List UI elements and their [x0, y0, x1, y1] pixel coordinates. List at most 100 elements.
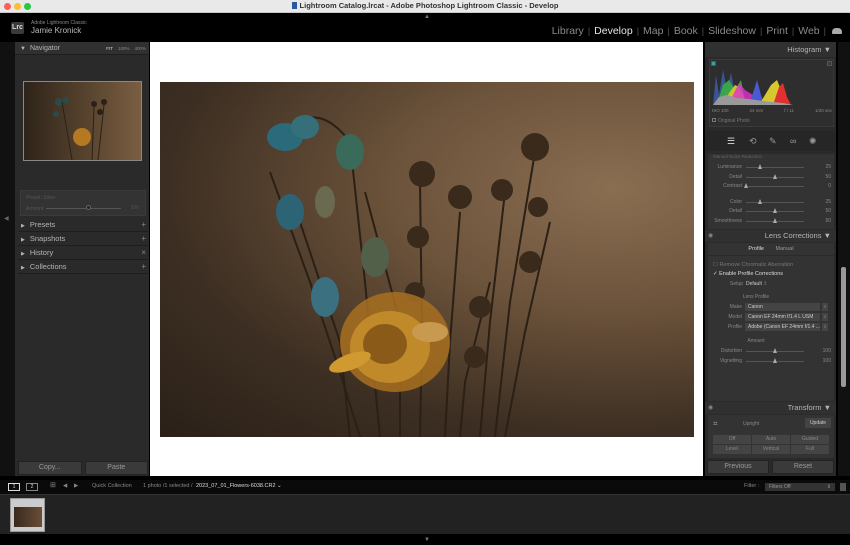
panel-visibility-eye-icon[interactable]: ◉ [708, 402, 713, 414]
filmstrip-thumbnail[interactable] [10, 498, 45, 532]
module-picker: Library | Develop | Map | Book | Slideshow | Print… [552, 25, 842, 37]
slider-value[interactable]: 50 [825, 218, 831, 224]
cloud-sync-icon[interactable] [832, 28, 842, 34]
secondary-screen-button[interactable]: 2 [26, 483, 38, 491]
slider-value[interactable]: 25 [825, 199, 831, 205]
section-collections[interactable]: ▶ Collections + [18, 260, 148, 274]
main-screen-button[interactable]: 1 [8, 483, 20, 491]
right-panel-scrollbar[interactable] [838, 42, 850, 476]
slider-value[interactable]: 100 [823, 358, 831, 364]
add-snapshot-icon[interactable]: + [141, 232, 146, 246]
upright-auto-button[interactable]: Auto [752, 435, 790, 444]
slider-knob[interactable] [758, 164, 762, 169]
slider-value[interactable]: 50 [825, 208, 831, 214]
module-develop[interactable]: Develop [594, 25, 633, 37]
preset-amount-slider[interactable] [46, 208, 121, 209]
slider-value[interactable]: 25 [825, 164, 831, 170]
edit-sliders-icon[interactable]: ☰ [727, 136, 735, 147]
transform-header[interactable]: ◉ Transform ▼ [705, 402, 836, 414]
upright-level-button[interactable]: Level [713, 445, 751, 454]
zoom-400[interactable]: 400% [134, 42, 146, 55]
navigator-preview[interactable] [23, 81, 142, 161]
update-button[interactable]: Update [805, 418, 831, 428]
module-book[interactable]: Book [674, 25, 698, 37]
section-snapshots[interactable]: ▶ Snapshots + [18, 232, 148, 246]
tab-profile[interactable]: Profile [748, 246, 764, 252]
section-history[interactable]: ▶ History × [18, 246, 148, 260]
collapse-top-panel-icon[interactable]: ▲ [424, 14, 430, 20]
add-collection-icon[interactable]: + [141, 260, 146, 274]
grid-view-icon[interactable]: ⊞ [50, 481, 56, 489]
slider-knob[interactable] [772, 173, 777, 179]
add-preset-icon[interactable]: + [141, 218, 146, 232]
make-dropdown[interactable]: Canon [745, 303, 820, 311]
dropdown-arrow-icon[interactable]: ⇕ [822, 313, 828, 321]
slider-track[interactable] [746, 186, 804, 187]
masking-icon[interactable]: ✺ [809, 136, 817, 147]
filmstrip-source[interactable]: Quick Collection [92, 483, 132, 489]
slider-knob[interactable] [772, 348, 777, 353]
histogram-header[interactable]: Histogram ▼ [705, 42, 836, 57]
crop-rotate-icon[interactable]: ⟲ [749, 136, 757, 147]
module-library[interactable]: Library [552, 25, 584, 37]
back-arrow-icon[interactable]: ◀ [63, 483, 67, 489]
slider-knob[interactable] [772, 357, 777, 363]
forward-arrow-icon[interactable]: ▶ [74, 483, 78, 489]
red-eye-icon[interactable]: ∞ [790, 136, 796, 146]
module-web[interactable]: Web [798, 25, 819, 37]
preset-amount-value[interactable]: 100 [131, 205, 139, 211]
tab-manual[interactable]: Manual [776, 246, 794, 252]
previous-button[interactable]: Previous [707, 460, 769, 474]
lens-corrections-header[interactable]: ◉ Lens Corrections ▼ [705, 230, 836, 242]
main-image-view [150, 42, 703, 476]
slider-knob[interactable] [772, 208, 777, 213]
shadow-clipping-toggle[interactable] [711, 61, 716, 66]
slider-value[interactable]: 100 [823, 348, 831, 354]
upright-full-button[interactable]: Full [791, 445, 829, 454]
preset-amount-knob[interactable] [86, 205, 91, 210]
upright-off-button[interactable]: Off [713, 435, 751, 444]
current-filename[interactable]: 2023_07_01_Flowers-6038.CR2 ⌄ [196, 483, 282, 489]
guided-upright-tool-icon[interactable]: ⌗ [713, 419, 718, 429]
develop-tool-strip: ☰ ⟲ ✎ ∞ ✺ [705, 131, 836, 151]
paste-button[interactable]: Paste [84, 461, 148, 475]
profile-dropdown[interactable]: Adobe (Canon EF 24mm f/1.4 ... [745, 323, 820, 331]
reset-button[interactable]: Reset [772, 460, 834, 474]
healing-icon[interactable]: ✎ [769, 136, 777, 147]
histogram[interactable]: ISO 100 24 mm f / 11 1/40 sec Original P… [709, 59, 834, 127]
collapse-filmstrip-icon[interactable]: ▼ [424, 537, 430, 543]
scrollbar-thumb[interactable] [841, 267, 846, 387]
main-photo[interactable] [160, 82, 694, 437]
model-dropdown[interactable]: Canon EF 24mm f/1.4 L USM [745, 313, 820, 321]
module-slideshow[interactable]: Slideshow [708, 25, 756, 37]
slider-value[interactable]: 0 [828, 183, 831, 189]
slider-knob[interactable] [743, 183, 748, 188]
slider-knob[interactable] [772, 217, 777, 223]
collapse-left-panel-icon[interactable]: ◀ [4, 215, 9, 222]
copy-button[interactable]: Copy... [18, 461, 82, 475]
zoom-fit[interactable]: FIT [106, 42, 113, 55]
section-presets[interactable]: ▶ Presets + [18, 218, 148, 232]
module-map[interactable]: Map [643, 25, 663, 37]
zoom-100[interactable]: 100% [118, 42, 130, 55]
highlight-clipping-toggle[interactable] [827, 61, 832, 66]
original-photo-checkbox[interactable]: Original Photo [712, 118, 750, 124]
clear-history-icon[interactable]: × [141, 246, 146, 260]
slider-track[interactable] [746, 201, 804, 203]
dropdown-arrow-icon[interactable]: ⇕ [822, 323, 828, 331]
module-print[interactable]: Print [766, 25, 788, 37]
slider-value[interactable]: 50 [825, 174, 831, 180]
setup-dropdown[interactable]: Default ⇕ [746, 281, 767, 287]
dropdown-arrow-icon[interactable]: ⇕ [822, 303, 828, 311]
navigator-header[interactable]: ▼ Navigator FIT 100% 400% [15, 42, 149, 55]
upright-vertical-button[interactable]: Vertical [752, 445, 790, 454]
collapse-triangle-icon: ▼ [823, 45, 831, 54]
slider-track[interactable] [746, 167, 804, 168]
filter-lock-icon[interactable] [840, 483, 846, 491]
filter-dropdown[interactable]: Filters Off ⇕ [765, 483, 835, 491]
upright-guided-button[interactable]: Guided [791, 435, 829, 444]
panel-visibility-eye-icon[interactable]: ◉ [708, 230, 713, 242]
remove-chromatic-aberration-checkbox[interactable]: ☐ Remove Chromatic Aberration [713, 262, 793, 268]
slider-knob[interactable] [758, 198, 762, 204]
enable-profile-corrections-checkbox[interactable]: ✓ Enable Profile Corrections [713, 271, 783, 277]
